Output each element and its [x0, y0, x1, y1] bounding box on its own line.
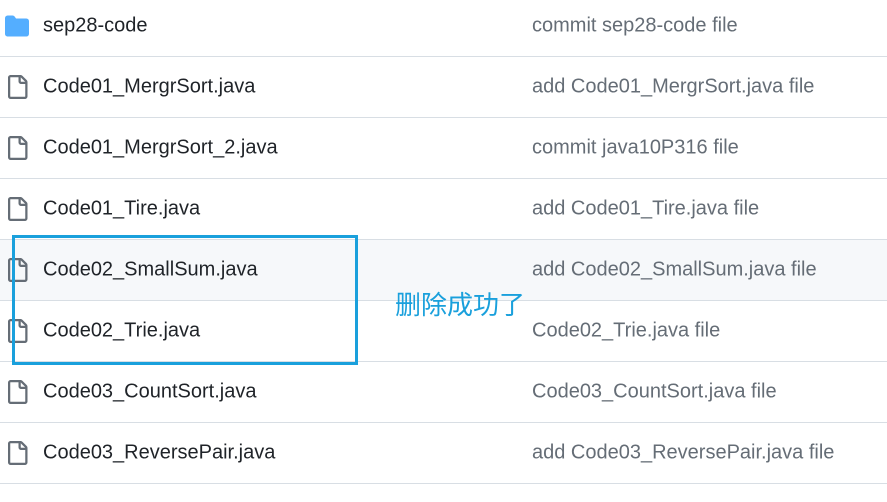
file-icon: [5, 441, 29, 465]
commit-message-link[interactable]: commit java10P316 file: [532, 137, 739, 160]
commit-message-link[interactable]: Code03_CountSort.java file: [532, 381, 777, 404]
file-row[interactable]: Code03_ReversePair.java add Code03_Rever…: [0, 423, 887, 484]
file-row[interactable]: Code01_MergrSort.java add Code01_MergrSo…: [0, 57, 887, 118]
file-row[interactable]: Code03_CountSort.java Code03_CountSort.j…: [0, 362, 887, 423]
file-name-link[interactable]: Code02_Trie.java: [43, 320, 200, 343]
file-icon: [5, 197, 29, 221]
file-name-link[interactable]: Code03_ReversePair.java: [43, 442, 275, 465]
commit-message-link[interactable]: add Code01_MergrSort.java file: [532, 76, 814, 99]
file-icon: [5, 258, 29, 282]
file-name-link[interactable]: Code01_Tire.java: [43, 198, 200, 221]
file-icon: [5, 136, 29, 160]
file-name-link[interactable]: Code01_MergrSort.java: [43, 76, 255, 99]
file-name-link[interactable]: Code01_MergrSort_2.java: [43, 137, 278, 160]
file-name-link[interactable]: Code03_CountSort.java: [43, 381, 256, 404]
file-name-link[interactable]: Code02_SmallSum.java: [43, 259, 258, 282]
file-name-link[interactable]: sep28-code: [43, 15, 148, 38]
file-icon: [5, 75, 29, 99]
folder-icon: [5, 14, 29, 38]
annotation-text: 删除成功了: [395, 290, 526, 320]
file-row[interactable]: Code01_MergrSort_2.java commit java10P31…: [0, 118, 887, 179]
commit-message-link[interactable]: add Code03_ReversePair.java file: [532, 442, 834, 465]
file-row[interactable]: Code01_Tire.java add Code01_Tire.java fi…: [0, 179, 887, 240]
file-icon: [5, 319, 29, 343]
file-list: sep28-code commit sep28-code file Code01…: [0, 0, 887, 484]
commit-message-link[interactable]: add Code01_Tire.java file: [532, 198, 759, 221]
file-row-folder[interactable]: sep28-code commit sep28-code file: [0, 0, 887, 57]
commit-message-link[interactable]: commit sep28-code file: [532, 15, 738, 38]
commit-message-link[interactable]: Code02_Trie.java file: [532, 320, 720, 343]
commit-message-link[interactable]: add Code02_SmallSum.java file: [532, 259, 817, 282]
file-icon: [5, 380, 29, 404]
